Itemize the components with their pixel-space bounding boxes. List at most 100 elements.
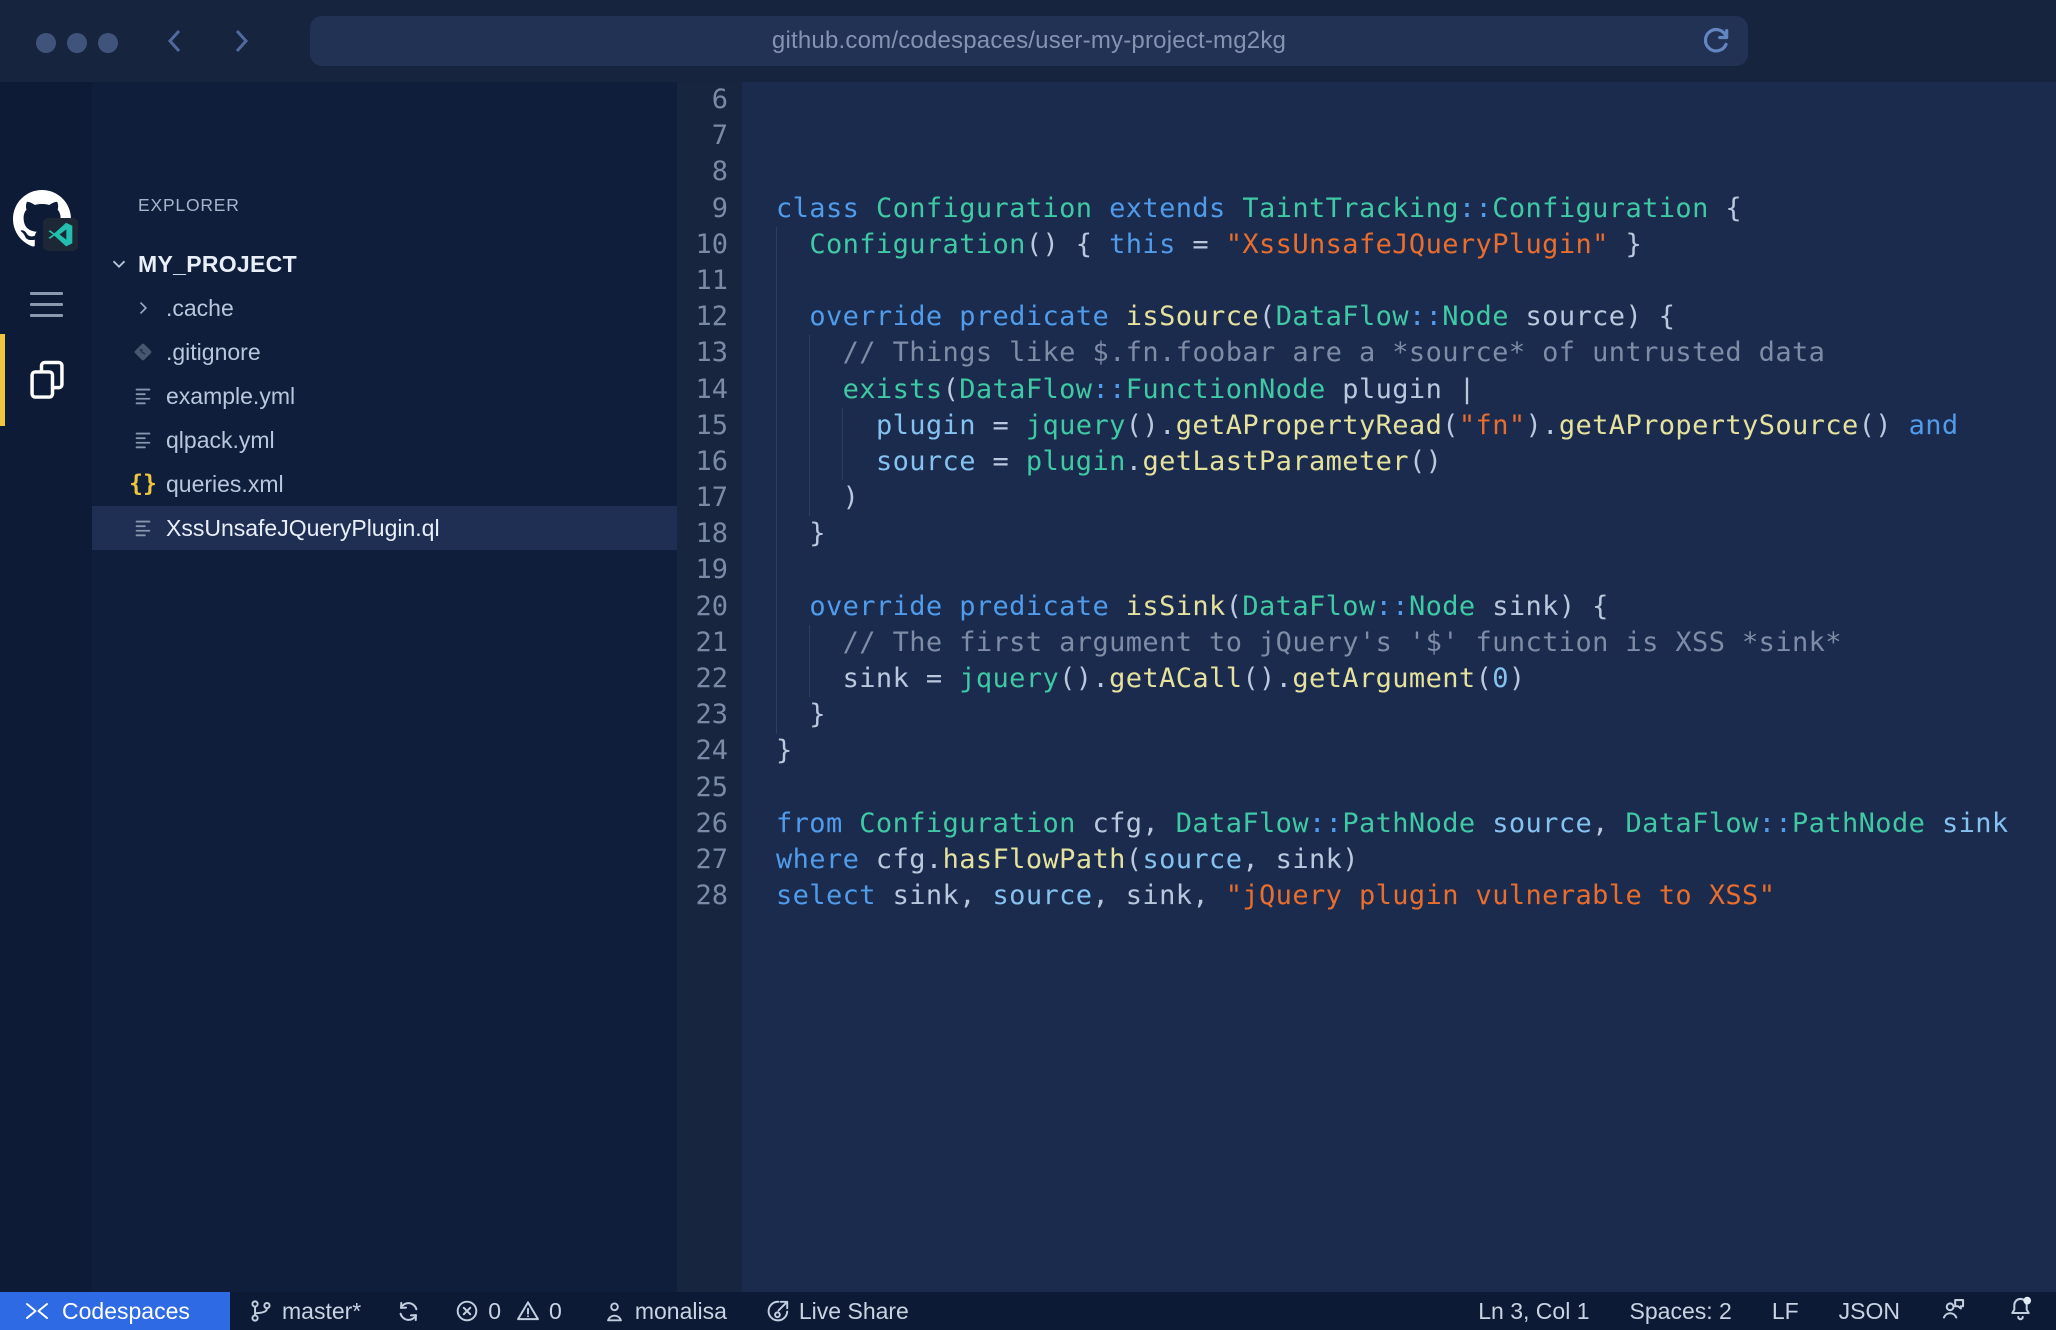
vscode-logo-icon (43, 218, 78, 251)
line-number: 6 (677, 82, 742, 118)
line-number: 13 (677, 335, 742, 371)
traffic-light-zoom-button[interactable] (98, 33, 118, 53)
file-tree: MY_PROJECT .cache .gitignore example.yml ql… (92, 242, 677, 550)
code-line-17[interactable]: ) (776, 480, 2056, 516)
line-number: 22 (677, 661, 742, 697)
file-name: XssUnsafeJQueryPlugin.ql (166, 515, 440, 542)
line-number: 18 (677, 516, 742, 552)
remote-indicator-icon (24, 1299, 50, 1323)
errors-icon (454, 1298, 480, 1324)
code-line-14[interactable]: exists(DataFlow::FunctionNode plugin | (776, 372, 2056, 408)
code-line-10[interactable]: Configuration() { this = "XssUnsafeJQuer… (776, 227, 2056, 263)
list-file-icon (132, 429, 154, 451)
error-count: 0 (488, 1298, 501, 1325)
line-number: 21 (677, 625, 742, 661)
line-number: 14 (677, 372, 742, 408)
chevron-right-icon (228, 28, 254, 54)
user-status[interactable]: monalisa (602, 1298, 727, 1325)
branch-status[interactable]: master* (248, 1298, 361, 1325)
live-share-button[interactable]: Live Share (765, 1298, 909, 1325)
code-line-8[interactable] (776, 154, 2056, 190)
code-line-22[interactable]: sink = jquery().getACall().getArgument(0… (776, 661, 2056, 697)
tree-item-queries.xml[interactable]: {} queries.xml (92, 462, 677, 506)
person-icon (602, 1299, 627, 1324)
line-number: 8 (677, 154, 742, 190)
code-line-6[interactable] (776, 82, 2056, 118)
explorer-header: EXPLORER (138, 195, 240, 216)
codespaces-window: github.com/codespaces/user-my-project-mg… (0, 0, 2056, 1330)
line-number: 10 (677, 227, 742, 263)
file-name: .gitignore (166, 339, 261, 366)
forward-button[interactable] (228, 28, 254, 54)
status-bar: Codespaces master* (0, 1292, 2056, 1330)
code-line-19[interactable] (776, 552, 2056, 588)
url-text: github.com/codespaces/user-my-project-mg… (772, 27, 1286, 55)
code-line-26[interactable]: from Configuration cfg, DataFlow::PathNo… (776, 806, 2056, 842)
code-line-23[interactable]: } (776, 697, 2056, 733)
braces-icon: {} (129, 471, 157, 497)
code-line-16[interactable]: source = plugin.getLastParameter() (776, 444, 2056, 480)
chevron-left-icon (162, 28, 188, 54)
line-number: 7 (677, 118, 742, 154)
file-name: queries.xml (166, 471, 284, 498)
git-diamond-icon (132, 341, 154, 363)
sync-icon (395, 1298, 422, 1325)
warning-count: 0 (549, 1298, 562, 1325)
code-line-21[interactable]: // The first argument to jQuery's '$' fu… (776, 625, 2056, 661)
explorer-sidebar: EXPLORER MY_PROJECT .cache .gitignore exam… (92, 82, 677, 1292)
sync-button[interactable] (395, 1298, 422, 1325)
line-number: 16 (677, 444, 742, 480)
problems-status[interactable]: 0 0 (454, 1298, 562, 1325)
activity-bar (0, 82, 92, 1292)
codespaces-remote-button[interactable]: Codespaces (0, 1292, 230, 1330)
tree-item-qlpack.yml[interactable]: qlpack.yml (92, 418, 677, 462)
indentation-setting[interactable]: Spaces: 2 (1630, 1298, 1732, 1325)
traffic-light-close-button[interactable] (36, 33, 56, 53)
branch-name: master* (282, 1298, 361, 1325)
line-number: 28 (677, 878, 742, 914)
notifications-button[interactable] (2007, 1295, 2034, 1328)
tree-item-.cache[interactable]: .cache (92, 286, 677, 330)
list-file-icon (132, 517, 154, 539)
refresh-button[interactable] (1700, 25, 1732, 57)
tree-item-example.yml[interactable]: example.yml (92, 374, 677, 418)
language-mode[interactable]: JSON (1839, 1298, 1900, 1325)
line-number: 25 (677, 770, 742, 806)
code-line-7[interactable] (776, 118, 2056, 154)
tree-item-XssUnsafeJQueryPlugin.ql[interactable]: XssUnsafeJQueryPlugin.ql (92, 506, 677, 550)
feedback-icon (1940, 1295, 1967, 1322)
file-name: qlpack.yml (166, 427, 275, 454)
chevron-down-icon (108, 253, 138, 275)
activity-bar-explorer-button[interactable] (0, 334, 92, 426)
user-name: monalisa (635, 1298, 727, 1325)
browser-top-bar: github.com/codespaces/user-my-project-mg… (0, 0, 2056, 82)
code-line-27[interactable]: where cfg.hasFlowPath(source, sink) (776, 842, 2056, 878)
code-line-15[interactable]: plugin = jquery().getAPropertyRead("fn")… (776, 408, 2056, 444)
menu-button[interactable] (30, 292, 63, 317)
code-line-13[interactable]: // Things like $.fn.foobar are a *source… (776, 335, 2056, 371)
traffic-light-minimize-button[interactable] (67, 33, 87, 53)
codespaces-label: Codespaces (62, 1298, 190, 1325)
refresh-icon (1700, 25, 1732, 57)
line-number: 12 (677, 299, 742, 335)
file-name: .cache (166, 295, 234, 322)
tree-item-.gitignore[interactable]: .gitignore (92, 330, 677, 374)
code-line-28[interactable]: select sink, source, sink, "jQuery plugi… (776, 878, 2056, 914)
feedback-button[interactable] (1940, 1295, 1967, 1328)
eol-setting[interactable]: LF (1772, 1298, 1799, 1325)
code-editor[interactable]: 6789101112131415161718192021222324252627… (677, 82, 2056, 1292)
tree-item-project-root[interactable]: MY_PROJECT (92, 242, 677, 286)
code-line-9[interactable]: class Configuration extends TaintTrackin… (776, 191, 2056, 227)
cursor-position[interactable]: Ln 3, Col 1 (1478, 1298, 1589, 1325)
code-line-12[interactable]: override predicate isSource(DataFlow::No… (776, 299, 2056, 335)
line-number: 20 (677, 589, 742, 625)
line-number: 17 (677, 480, 742, 516)
code-line-11[interactable] (776, 263, 2056, 299)
code-line-18[interactable]: } (776, 516, 2056, 552)
code-line-25[interactable] (776, 770, 2056, 806)
code-area[interactable]: class Configuration extends TaintTrackin… (742, 82, 2056, 1292)
address-bar[interactable]: github.com/codespaces/user-my-project-mg… (310, 16, 1748, 66)
code-line-24[interactable]: } (776, 733, 2056, 769)
back-button[interactable] (162, 28, 188, 54)
code-line-20[interactable]: override predicate isSink(DataFlow::Node… (776, 589, 2056, 625)
